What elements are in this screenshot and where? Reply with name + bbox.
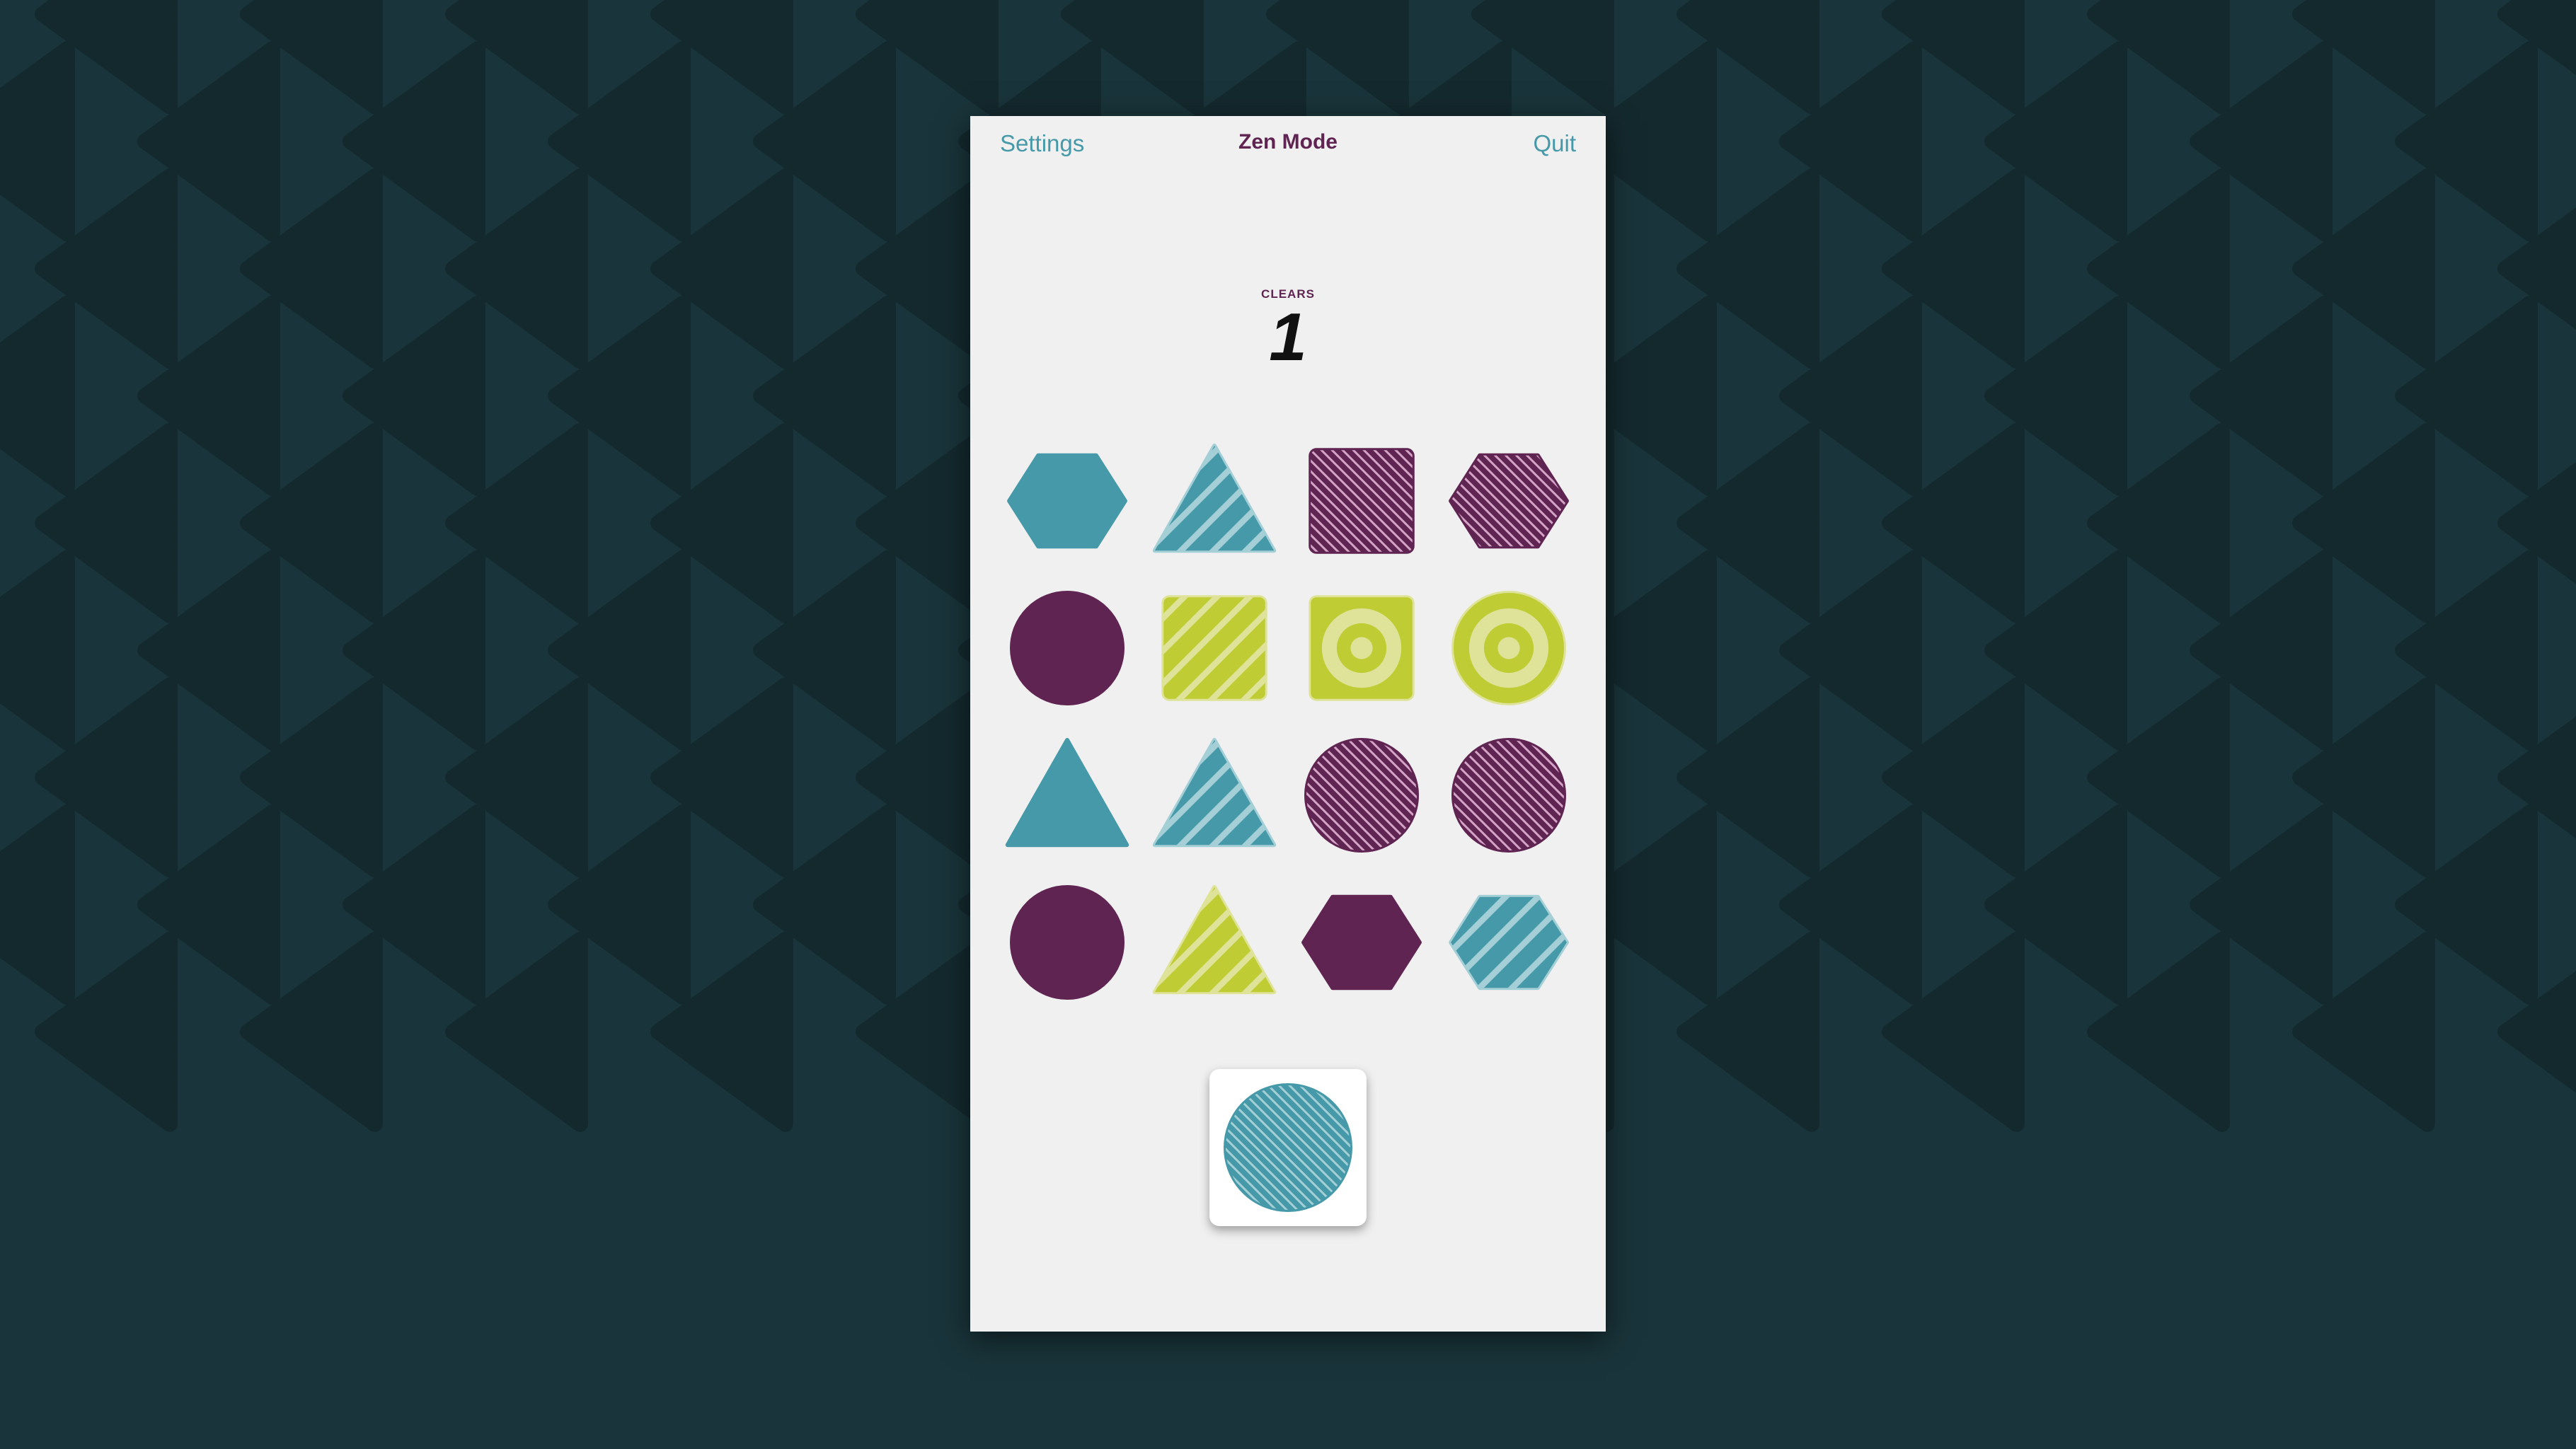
background-triangle [0, 550, 75, 751]
background-triangle [0, 295, 75, 496]
tile-r2-c1-circle[interactable] [1010, 591, 1125, 705]
tile-r4-c3-hexagon[interactable] [1301, 894, 1422, 991]
game-panel: Settings Zen Mode Quit CLEARS 1 [970, 116, 1606, 1332]
next-piece[interactable] [1209, 1069, 1367, 1226]
next-piece-card[interactable] [1209, 1069, 1367, 1226]
tile-r4-c1-circle[interactable] [1010, 885, 1125, 1000]
next-piece-circle[interactable] [1209, 1069, 1367, 1226]
clears-value: 1 [1269, 299, 1307, 375]
tile-r3-c1-triangle[interactable] [1005, 738, 1129, 848]
tile-r2-c4-circle[interactable] [1451, 590, 1567, 706]
background-triangle [0, 804, 75, 1005]
tile-r2-c3-square[interactable] [1290, 577, 1434, 720]
background-triangle [0, 41, 75, 242]
quit-button[interactable]: Quit [1533, 130, 1576, 157]
mode-title: Zen Mode [1238, 130, 1338, 154]
tile-r1-c1-hexagon[interactable] [1007, 453, 1127, 549]
